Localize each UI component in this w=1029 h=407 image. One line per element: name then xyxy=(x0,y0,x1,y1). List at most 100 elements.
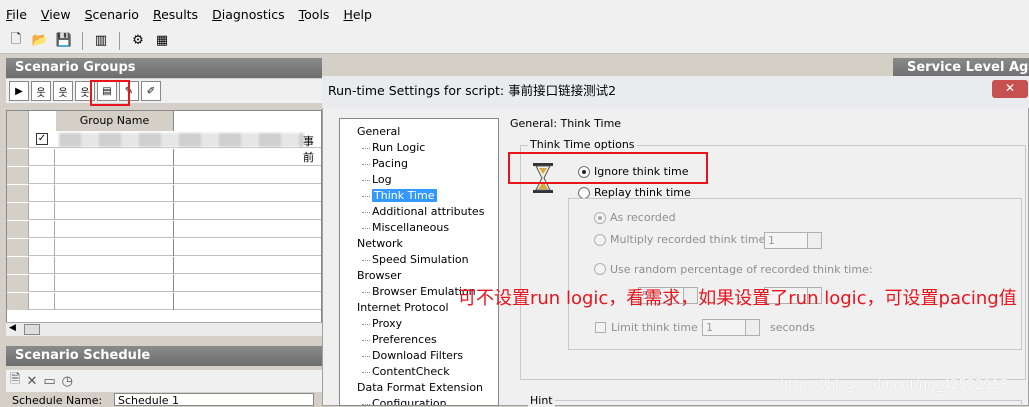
multiply-stepper[interactable]: 1 xyxy=(764,232,822,249)
tree-item[interactable]: Proxy xyxy=(372,317,402,330)
scenario-groups-grid: Group Name ✓ 事前 xyxy=(6,110,322,336)
watermark-text: https://blog.csdn.net/qq_42532915 xyxy=(780,378,1009,393)
table-row[interactable] xyxy=(7,167,321,184)
limit-think-time-stepper[interactable]: 1 xyxy=(702,319,760,336)
save-icon[interactable]: 💾 xyxy=(54,31,74,51)
menu-results[interactable]: Results xyxy=(153,7,206,22)
results-chart-icon[interactable]: ▦ xyxy=(152,31,172,51)
menu-file[interactable]: File xyxy=(6,7,35,22)
menu-bar: File View Scenario Results Diagnostics T… xyxy=(0,0,1029,28)
table-row[interactable] xyxy=(7,221,321,238)
tree-connector xyxy=(362,164,370,165)
limit-think-time-checkbox[interactable] xyxy=(595,322,606,333)
tree-item[interactable]: General xyxy=(357,125,400,138)
as-recorded-label: As recorded xyxy=(610,211,676,224)
toolbar-separator xyxy=(82,31,83,50)
schedule-name-label: Schedule Name: xyxy=(12,394,103,407)
limit-think-time-label: Limit think time to: xyxy=(611,321,717,334)
tree-item[interactable]: Internet Protocol xyxy=(357,301,449,314)
main-toolbar: 🗋 📂 💾 ▥ ⚙ ▦ xyxy=(0,28,1029,54)
as-recorded-radio[interactable] xyxy=(594,212,606,224)
tree-connector xyxy=(362,228,370,229)
random-percentage-radio[interactable] xyxy=(594,263,606,275)
tree-connector xyxy=(362,404,370,405)
add-vusers-icon[interactable]: 웃 xyxy=(53,81,73,101)
scenario-schedule-header: Scenario Schedule xyxy=(6,346,322,366)
tree-item[interactable]: Log xyxy=(372,173,392,186)
tree-item[interactable]: Configuration xyxy=(372,397,447,405)
service-level-header: Service Level Agr xyxy=(893,58,1029,78)
dialog-close-button[interactable]: ✕ xyxy=(992,80,1028,98)
table-row[interactable] xyxy=(7,275,321,292)
hint-label: Hint xyxy=(528,394,555,407)
tree-connector xyxy=(362,212,370,213)
menu-tools[interactable]: Tools xyxy=(299,7,338,22)
scroll-thumb[interactable] xyxy=(24,324,40,335)
menu-diagnostics[interactable]: Diagnostics xyxy=(212,7,293,22)
table-row[interactable] xyxy=(7,149,321,166)
annotation-highlight-box xyxy=(508,152,708,184)
multiply-radio[interactable] xyxy=(594,234,606,246)
tree-connector xyxy=(362,324,370,325)
schedule-toolbar: 🗎 ✕ ▭ ◷ xyxy=(6,370,322,392)
tree-connector xyxy=(362,148,370,149)
annotation-text: 可不设置run logic，看需求，如果设置了run logic，可设置paci… xyxy=(458,288,1017,309)
menu-scenario[interactable]: Scenario xyxy=(85,7,147,22)
start-icon[interactable]: ▶ xyxy=(9,81,29,101)
think-time-options-label: Think Time options xyxy=(528,138,637,151)
tree-item[interactable]: Download Filters xyxy=(372,349,463,362)
tree-item[interactable]: Pacing xyxy=(372,157,408,170)
tree-item[interactable]: Miscellaneous xyxy=(372,221,449,234)
vusers-icon[interactable]: 웃 xyxy=(31,81,51,101)
scroll-left-icon[interactable]: ◀ xyxy=(9,323,16,333)
toolbar-separator xyxy=(119,31,120,50)
schedule-clock-icon[interactable]: ◷ xyxy=(62,374,73,389)
scenario-groups-header: Scenario Groups xyxy=(6,58,322,78)
hint-group xyxy=(528,400,1022,406)
tree-connector xyxy=(362,260,370,261)
load-generators-icon[interactable]: ▥ xyxy=(91,31,111,51)
analysis-icon[interactable]: ⚙ xyxy=(128,31,148,51)
edit-script-icon[interactable]: ✐ xyxy=(141,81,161,101)
tree-item[interactable]: Run Logic xyxy=(372,141,425,154)
grid-corner xyxy=(7,111,29,131)
tree-item[interactable]: Data Format Extension xyxy=(357,381,483,394)
blurred-group-name xyxy=(59,133,304,147)
tree-item[interactable]: Additional attributes xyxy=(372,205,484,218)
random-percentage-label: Use random percentage of recorded think … xyxy=(610,263,873,276)
tree-connector xyxy=(362,180,370,181)
tree-item[interactable]: Browser xyxy=(357,269,402,282)
scenario-groups-toolbar: ▶ 웃 웃 웃 ▤ ✎ ✐ xyxy=(6,79,322,103)
tree-item[interactable]: Speed Simulation xyxy=(372,253,469,266)
table-row[interactable] xyxy=(7,257,321,274)
schedule-name-field[interactable]: Schedule 1 xyxy=(114,393,314,407)
schedule-name-row: Schedule Name: Schedule 1 xyxy=(6,393,322,407)
dialog-title: Run-time Settings for script: 事前接口链接测试2 xyxy=(322,76,1029,108)
delete-schedule-icon[interactable]: ✕ xyxy=(26,374,37,389)
table-row[interactable] xyxy=(7,293,321,310)
new-scenario-icon[interactable]: 🗋 xyxy=(6,31,26,51)
tree-item[interactable]: Preferences xyxy=(372,333,437,346)
menu-help[interactable]: Help xyxy=(343,7,380,22)
tree-connector xyxy=(362,356,370,357)
table-row[interactable] xyxy=(7,203,321,220)
seconds-label: seconds xyxy=(770,321,815,334)
tree-connector xyxy=(362,340,370,341)
tree-item[interactable]: ContentCheck xyxy=(372,365,450,378)
row-checkbox[interactable]: ✓ xyxy=(36,133,48,145)
horizontal-scrollbar[interactable]: ◀ xyxy=(6,322,322,336)
open-folder-icon[interactable]: 📂 xyxy=(30,31,50,51)
menu-view[interactable]: View xyxy=(41,7,79,22)
settings-tree: General Run Logic Pacing Log Think Time Addit… xyxy=(339,118,499,406)
tree-item[interactable]: Think Time xyxy=(372,189,437,202)
new-schedule-icon[interactable]: 🗎 xyxy=(10,370,20,392)
group-name-column-header[interactable]: Group Name xyxy=(56,111,174,131)
tree-connector xyxy=(362,196,370,197)
table-row[interactable] xyxy=(7,185,321,202)
table-row[interactable] xyxy=(7,239,321,256)
rename-schedule-icon[interactable]: ▭ xyxy=(43,374,55,389)
annotation-highlight-box xyxy=(90,80,130,106)
tree-connector xyxy=(362,372,370,373)
tree-connector xyxy=(362,292,370,293)
tree-item[interactable]: Network xyxy=(357,237,403,250)
